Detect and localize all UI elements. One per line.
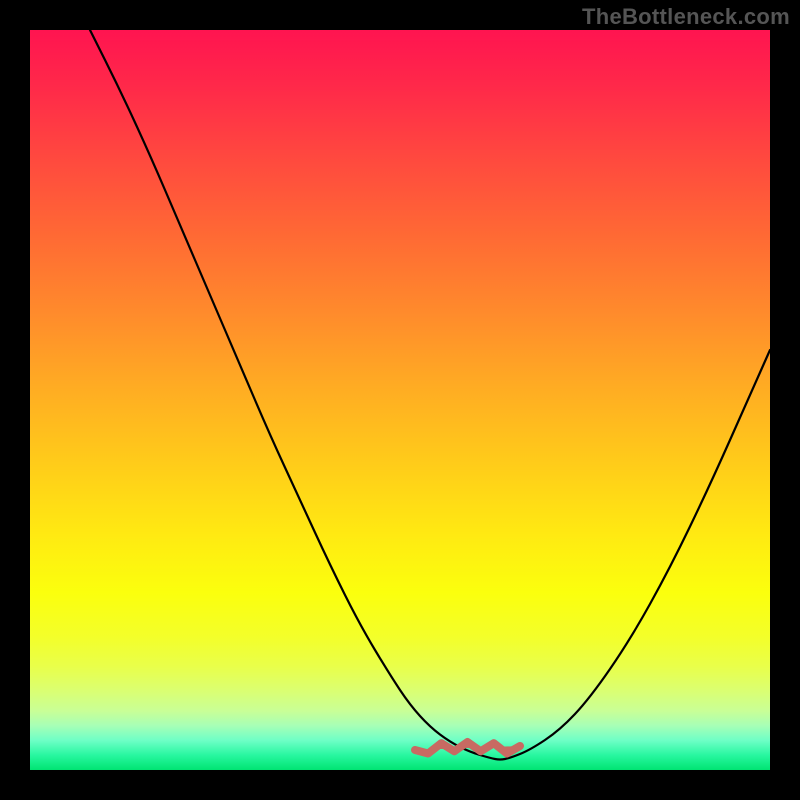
chart-frame: TheBottleneck.com	[0, 0, 800, 800]
bottleneck-curve	[90, 30, 770, 760]
watermark-text: TheBottleneck.com	[582, 4, 790, 30]
trough-blob	[415, 742, 520, 754]
plot-area	[30, 30, 770, 770]
curve-svg	[30, 30, 770, 770]
